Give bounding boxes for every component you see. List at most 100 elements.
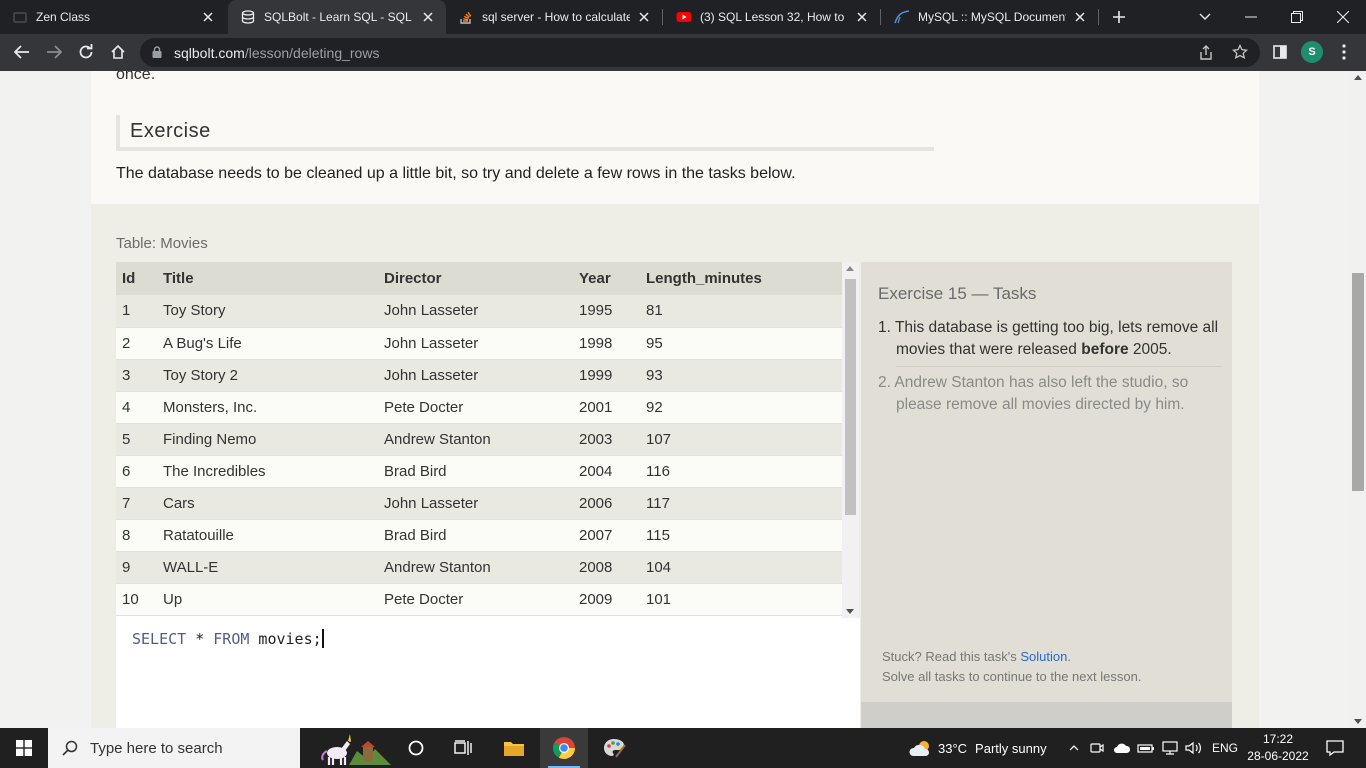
reload-button[interactable] <box>72 38 100 66</box>
weather-widget[interactable]: 33°C Partly sunny <box>938 728 1047 768</box>
sql-query-editor[interactable]: SELECT * FROM movies; <box>116 618 860 728</box>
restore-button[interactable] <box>1274 0 1320 34</box>
stuck-suffix: . <box>1067 649 1071 664</box>
scrollbar-thumb[interactable] <box>1352 273 1364 491</box>
tasks-panel: Exercise 15 — Tasks 1. This database is … <box>861 262 1232 702</box>
scroll-up-arrow-icon[interactable] <box>1354 75 1362 80</box>
network-button[interactable] <box>1160 728 1180 768</box>
scrollbar-thumb[interactable] <box>845 279 856 515</box>
partly-sunny-icon <box>909 741 930 756</box>
table-cell: 2 <box>116 327 157 360</box>
close-tab-icon[interactable] <box>1072 9 1088 25</box>
table-cell: 2009 <box>573 583 640 616</box>
close-tab-icon[interactable] <box>420 9 436 25</box>
tab-sqlbolt[interactable]: SQLBolt - Learn SQL - SQL Le <box>228 0 446 34</box>
table-cell: 92 <box>640 391 842 424</box>
close-window-button[interactable] <box>1320 0 1366 34</box>
chrome-menu-button[interactable] <box>1330 38 1358 66</box>
tab-search-button[interactable] <box>1182 0 1228 34</box>
tab-title: MySQL :: MySQL Documenta <box>918 10 1066 24</box>
tab-zen-class[interactable]: Zen Class <box>0 0 226 34</box>
battery-icon <box>1137 744 1154 753</box>
arrow-right-icon <box>47 45 62 59</box>
arrow-left-icon <box>14 45 29 59</box>
table-cell: 3 <box>116 359 157 392</box>
scroll-up-arrow-icon[interactable] <box>846 266 854 271</box>
table-cell: Andrew Stanton <box>378 423 573 456</box>
table-cell: Pete Docter <box>378 583 573 616</box>
table-cell: 1998 <box>573 327 640 360</box>
tab-youtube[interactable]: (3) SQL Lesson 32, How to ca <box>664 0 880 34</box>
page-scrollbar[interactable] <box>1350 71 1366 728</box>
notifications-button[interactable] <box>1318 728 1352 768</box>
lock-icon[interactable] <box>150 45 164 59</box>
bookmark-star-icon[interactable] <box>1232 44 1248 60</box>
close-icon <box>1337 11 1349 23</box>
tab-title: (3) SQL Lesson 32, How to ca <box>700 10 848 24</box>
tab-stackoverflow[interactable]: sql server - How to calculate <box>446 0 662 34</box>
minimize-button[interactable] <box>1228 0 1274 34</box>
table-cell: The Incredibles <box>157 455 378 488</box>
side-panel-button[interactable] <box>1266 38 1294 66</box>
table-scrollbar[interactable] <box>842 262 859 618</box>
table-cell: 10 <box>116 583 157 616</box>
table-cell: Ratatouille <box>157 519 378 552</box>
task-view-button[interactable] <box>446 728 480 768</box>
web-page: once. Exercise The database needs to be … <box>0 71 1350 728</box>
reload-icon <box>79 44 93 59</box>
new-tab-button[interactable] <box>1103 0 1135 34</box>
profile-avatar[interactable]: S <box>1301 41 1323 63</box>
table-cell: 9 <box>116 551 157 584</box>
task-text: 2005. <box>1128 341 1172 358</box>
table-row: 7 Cars John Lasseter 2006 117 <box>116 487 842 520</box>
table-cell: Brad Bird <box>378 519 573 552</box>
sqlbolt-icon <box>240 9 256 25</box>
table-cell: 2001 <box>573 391 640 424</box>
search-highlight-image[interactable] <box>312 728 394 768</box>
paint-app-button[interactable] <box>592 728 636 768</box>
show-hidden-icons-button[interactable] <box>1066 728 1082 768</box>
close-tab-icon[interactable] <box>636 9 652 25</box>
solution-link[interactable]: Solution <box>1020 649 1067 664</box>
file-explorer-button[interactable] <box>492 728 536 768</box>
start-button[interactable] <box>0 728 48 768</box>
system-clock[interactable]: 17:22 28-06-2022 <box>1244 731 1312 765</box>
close-tab-icon[interactable] <box>200 9 216 25</box>
table-row: 10 Up Pete Docter 2009 101 <box>116 583 842 616</box>
chevron-up-icon <box>1069 745 1079 751</box>
browser-toolbar: sqlbolt.com/lesson/deleting_rows <box>0 34 1366 71</box>
minimize-icon <box>1245 16 1257 18</box>
table-cell: 107 <box>640 423 842 456</box>
movies-table-container[interactable]: Id Title Director Year Length_minutes 1T… <box>116 262 859 618</box>
table-row: 1 Toy Story John Lasseter 1995 81 <box>116 295 842 328</box>
task-divider <box>896 366 1222 367</box>
close-tab-icon[interactable] <box>854 9 870 25</box>
onedrive-button[interactable] <box>1112 728 1132 768</box>
address-bar[interactable]: sqlbolt.com/lesson/deleting_rows <box>140 38 1260 67</box>
tray-app-icon[interactable] <box>1088 728 1106 768</box>
table-cell: 101 <box>640 583 842 616</box>
forward-button[interactable] <box>40 38 68 66</box>
cortana-button[interactable] <box>400 728 432 768</box>
table-cell: John Lasseter <box>378 487 573 520</box>
share-icon[interactable] <box>1198 45 1214 61</box>
url-path: /lesson/deleting_rows <box>244 45 380 61</box>
scroll-down-arrow-icon[interactable] <box>846 609 854 614</box>
sql-text: movies; <box>249 630 322 648</box>
tab-mysql[interactable]: MySQL :: MySQL Documenta <box>882 0 1098 34</box>
taskbar-search-box[interactable]: Type here to search <box>48 728 300 768</box>
input-language-button[interactable]: ENG <box>1210 728 1240 768</box>
battery-button[interactable] <box>1136 728 1156 768</box>
volume-button[interactable] <box>1184 728 1204 768</box>
tab-title: Zen Class <box>36 10 91 24</box>
url-text[interactable]: sqlbolt.com/lesson/deleting_rows <box>174 45 379 61</box>
weather-widget-icon[interactable] <box>908 728 934 768</box>
home-button[interactable] <box>104 38 132 66</box>
chrome-taskbar-button[interactable] <box>540 728 588 768</box>
column-header: Length_minutes <box>640 262 842 295</box>
back-button[interactable] <box>8 38 36 66</box>
side-panel-icon <box>1273 45 1287 59</box>
scroll-down-arrow-icon[interactable] <box>1354 719 1362 724</box>
table-cell: 2003 <box>573 423 640 456</box>
language-indicator: ENG <box>1211 741 1238 755</box>
